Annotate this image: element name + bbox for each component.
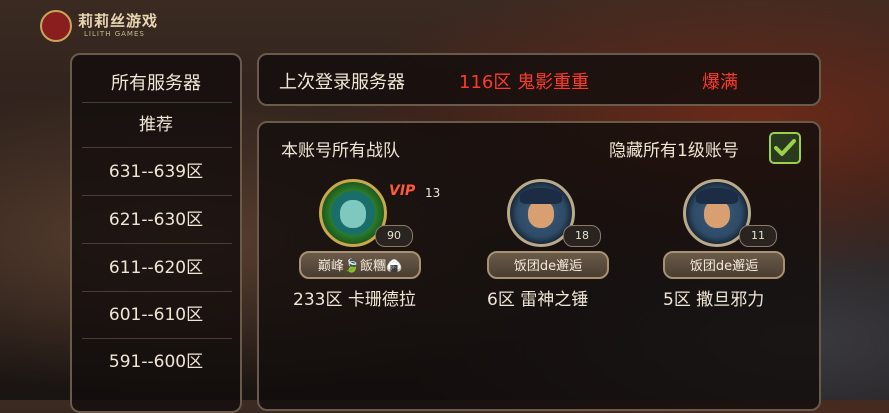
divider <box>82 338 232 339</box>
team-server-name: 6区 雷神之锤 <box>487 290 589 310</box>
vip-level: 13 <box>425 186 441 200</box>
hide-level1-checkbox[interactable] <box>769 132 801 164</box>
recent-server-label: 上次登录服务器 <box>279 72 405 93</box>
divider <box>82 147 232 148</box>
hero-face <box>704 200 730 228</box>
server-group-611-620[interactable]: 611--620区 <box>72 256 240 280</box>
team-card[interactable]: 11 饭团de邂逅 5区 撒旦邪力 <box>643 175 803 310</box>
team-server-name: 5区 撒旦邪力 <box>663 290 765 310</box>
team-level-badge: 90 <box>375 225 413 247</box>
logo-seal-icon <box>40 10 72 42</box>
hero-hat <box>696 188 738 204</box>
recent-server-panel[interactable]: 上次登录服务器 116区 鬼影重重 爆满 <box>257 53 821 106</box>
server-list-panel: 所有服务器 推荐 631--639区 621--630区 611--620区 6… <box>70 53 242 413</box>
hero-face <box>528 200 554 228</box>
team-level-badge: 18 <box>563 225 601 247</box>
account-teams-panel: 本账号所有战队 隐藏所有1级账号 VIP 13 90 巅峰🍃飯糰🍙 233区 卡… <box>257 121 821 411</box>
recent-server-name: 116区 鬼影重重 <box>459 72 590 93</box>
divider <box>82 243 232 244</box>
team-server-name: 233区 卡珊德拉 <box>293 290 416 310</box>
player-name-plate: 巅峰🍃飯糰🍙 <box>299 251 421 279</box>
server-group-591-600[interactable]: 591--600区 <box>72 350 240 374</box>
hero-hat <box>520 188 562 204</box>
team-card[interactable]: 18 饭团de邂逅 6区 雷神之锤 <box>467 175 627 310</box>
server-group-601-610[interactable]: 601--610区 <box>72 303 240 327</box>
server-group-recommended[interactable]: 推荐 <box>72 113 240 137</box>
hero-face <box>340 200 366 228</box>
logo-name: 莉莉丝游戏 <box>78 12 159 30</box>
server-status-badge: 爆满 <box>702 72 738 93</box>
vip-label: VIP <box>389 183 416 199</box>
logo-subtitle: LILITH GAMES <box>84 30 145 38</box>
player-name-plate: 饭团de邂逅 <box>663 251 785 279</box>
game-logo: 莉莉丝游戏 LILITH GAMES <box>40 8 170 44</box>
team-card[interactable]: VIP 13 90 巅峰🍃飯糰🍙 233区 卡珊德拉 <box>279 175 441 310</box>
team-level-badge: 11 <box>739 225 777 247</box>
server-group-621-630[interactable]: 621--630区 <box>72 208 240 232</box>
server-group-631-639[interactable]: 631--639区 <box>72 160 240 184</box>
player-name-plate: 饭团de邂逅 <box>487 251 609 279</box>
divider <box>82 291 232 292</box>
checkmark-icon <box>774 139 796 156</box>
divider <box>82 102 232 103</box>
divider <box>82 195 232 196</box>
server-list-title: 所有服务器 <box>111 73 201 94</box>
hide-level1-label: 隐藏所有1级账号 <box>609 141 739 161</box>
teams-label: 本账号所有战队 <box>281 141 400 161</box>
